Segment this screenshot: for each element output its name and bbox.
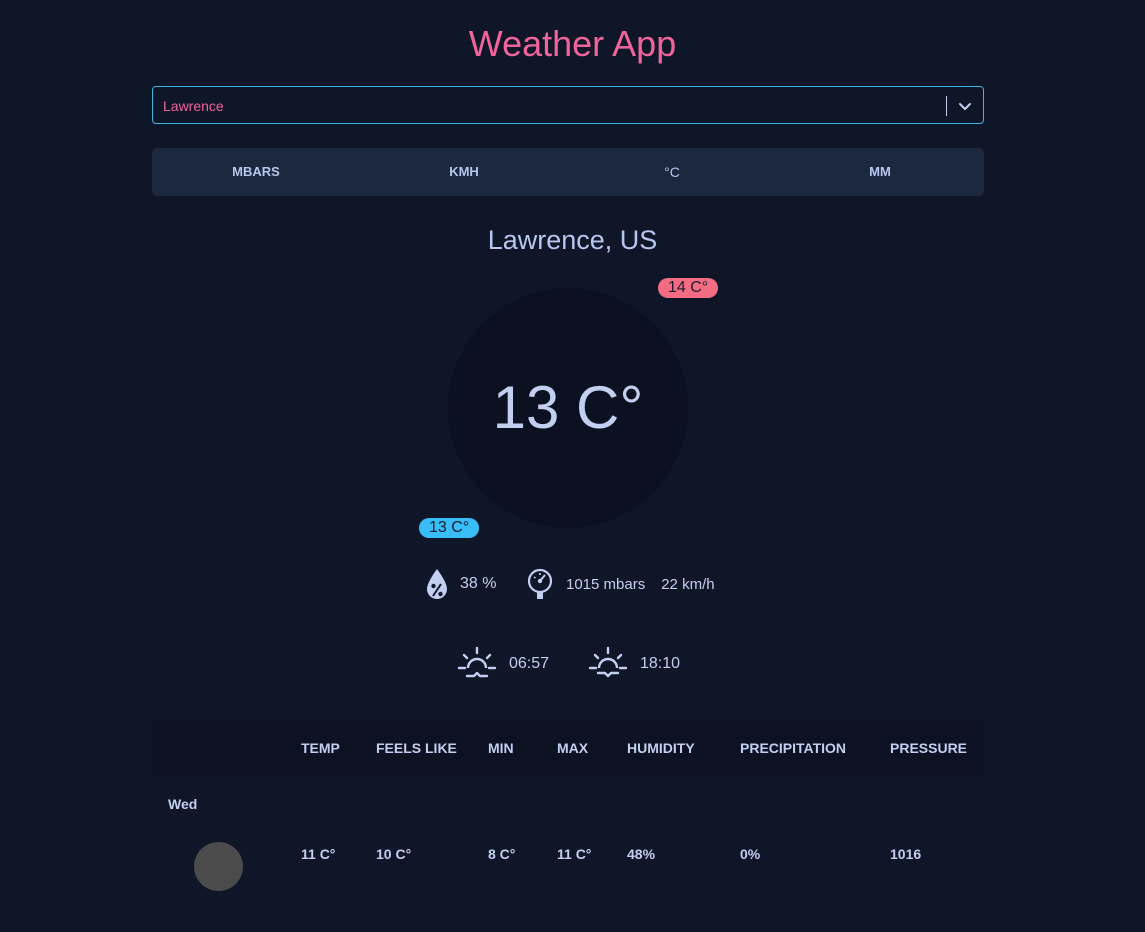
app-title: Weather App xyxy=(468,23,677,64)
cell-min: 8 C° xyxy=(488,846,516,862)
weather-app: Weather App Lawrence MBARS KMH °C MM Law… xyxy=(0,0,1145,932)
humidity-value: 38 % xyxy=(460,575,497,592)
unit-temperature-button[interactable]: °C xyxy=(568,148,776,196)
pressure-gauge-icon xyxy=(527,568,553,599)
pressure-stat: 1015 mbars 22 km/h xyxy=(526,566,715,602)
units-bar: MBARS KMH °C MM xyxy=(152,148,984,196)
humidity-drop-icon xyxy=(427,569,447,599)
column-header-precipitation: PRECIPITATION xyxy=(740,740,847,756)
unit-speed-button[interactable]: KMH xyxy=(360,148,568,196)
cell-feels-like: 10 C° xyxy=(376,846,412,862)
sunset-time: 18:10 xyxy=(640,655,681,672)
unit-pressure-button[interactable]: MBARS xyxy=(152,148,360,196)
sunrise-time: 06:57 xyxy=(509,655,550,672)
max-temperature-badge: 14 C° xyxy=(658,278,719,298)
city-select-value: Lawrence xyxy=(163,98,224,114)
forecast-day: Wed xyxy=(168,796,198,812)
select-separator xyxy=(946,96,947,116)
column-header-feels-like: FEELS LIKE xyxy=(376,740,457,756)
wind-value: 22 km/h xyxy=(661,575,715,593)
column-header-min: MIN xyxy=(488,740,514,756)
column-header-max: MAX xyxy=(557,740,589,756)
column-header-pressure: PRESSURE xyxy=(890,740,968,756)
pressure-value: 1015 mbars xyxy=(566,575,646,593)
min-temperature-badge: 13 C° xyxy=(419,518,480,538)
city-select[interactable]: Lawrence xyxy=(152,86,984,124)
sunset-icon xyxy=(588,646,628,678)
chevron-down-icon[interactable] xyxy=(957,98,973,114)
sun-times: 06:57 18:10 xyxy=(0,644,1145,684)
sunset-stat: 18:10 xyxy=(588,644,680,684)
sunrise-icon xyxy=(457,646,497,678)
sunrise-stat: 06:57 xyxy=(457,644,549,684)
current-temperature: 13 C° xyxy=(492,374,644,441)
forecast-header: TEMP FEELS LIKE MIN MAX HUMIDITY PRECIPI… xyxy=(152,720,984,776)
humidity-stat: 38 % xyxy=(424,566,496,602)
forecast-table: TEMP FEELS LIKE MIN MAX HUMIDITY PRECIPI… xyxy=(152,720,984,900)
unit-precipitation-button[interactable]: MM xyxy=(776,148,984,196)
column-header-temp: TEMP xyxy=(301,740,340,756)
temperature-dial: 13 C° xyxy=(448,288,688,528)
current-stats: 38 % 1015 mbars 22 km/h xyxy=(0,566,1145,602)
column-header-humidity: HUMIDITY xyxy=(627,740,695,756)
cell-max: 11 C° xyxy=(557,846,592,862)
cell-temp: 11 C° xyxy=(301,846,336,862)
weather-condition-icon xyxy=(194,842,243,891)
cell-precipitation: 0% xyxy=(740,846,761,862)
cell-pressure: 1016 xyxy=(890,846,922,862)
location-title: Lawrence, US xyxy=(487,225,658,255)
cell-humidity: 48% xyxy=(627,846,656,862)
